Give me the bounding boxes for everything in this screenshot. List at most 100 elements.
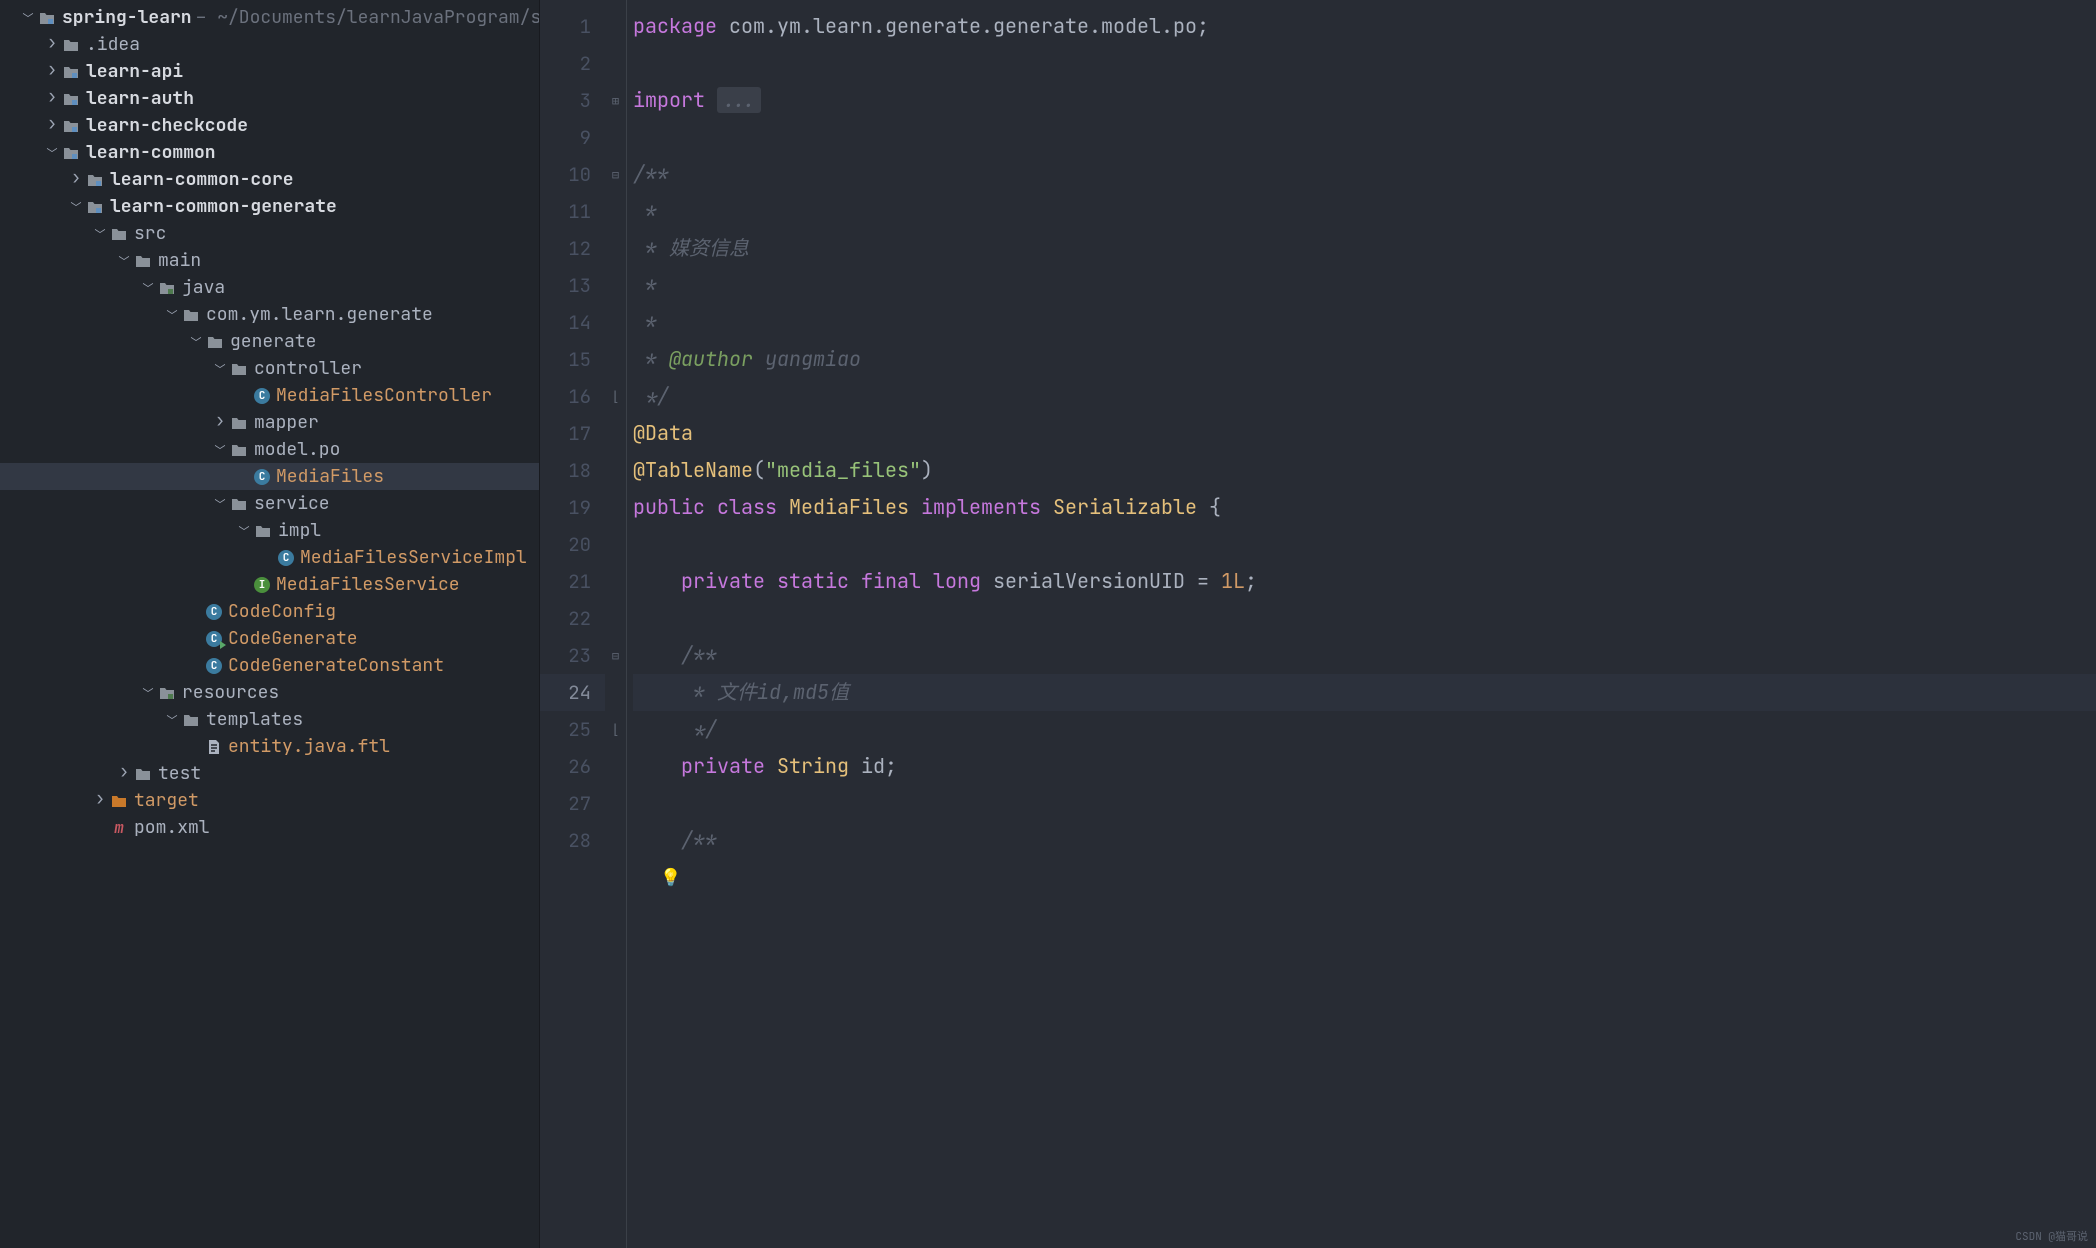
gutter-line: 26 [540,748,605,785]
tree-item-target[interactable]: ›target [0,787,539,814]
class-icon: C [278,550,294,566]
chevron-down-icon[interactable]: ﹀ [236,523,252,539]
code-line[interactable]: /** [633,822,2096,859]
tree-item-resources[interactable]: ﹀ resources [0,679,539,706]
chevron-down-icon[interactable]: ﹀ [140,280,156,296]
chevron-down-icon[interactable]: ﹀ [140,685,156,701]
code-area[interactable]: package com.ym.learn.generate.generate.m… [627,0,2096,1248]
tree-item-pom-xml[interactable]: mpom.xml [0,814,539,841]
tree-item-label: controller [254,357,362,380]
chevron-right-icon[interactable]: › [68,170,84,186]
chevron-down-icon[interactable]: ﹀ [20,10,36,26]
chevron-down-icon[interactable]: ﹀ [164,307,180,323]
code-line[interactable]: * @author yangmiao [633,341,2096,378]
code-line[interactable]: * [633,267,2096,304]
code-line[interactable]: /** [633,637,2096,674]
code-line[interactable]: */ [633,378,2096,415]
code-line[interactable]: * [633,193,2096,230]
tree-item-entity-java-ftl[interactable]: entity.java.ftl [0,733,539,760]
tree-item-label: entity.java.ftl [228,735,390,758]
project-tree-panel[interactable]: ﹀spring-learn – ~/Documents/learnJavaPro… [0,0,540,1248]
code-line[interactable] [633,526,2096,563]
chevron-down-icon[interactable]: ﹀ [212,442,228,458]
folder-icon [230,414,248,432]
code-line[interactable]: private String id; [633,748,2096,785]
tree-item-com-ym-learn-generate[interactable]: ﹀com.ym.learn.generate [0,301,539,328]
fold-column[interactable]: ⊞⊟⌊⊟⌊ [605,0,627,1248]
tree-item-mediafilesserviceimpl[interactable]: CMediaFilesServiceImpl [0,544,539,571]
code-line[interactable] [633,119,2096,156]
code-line[interactable]: import ... [633,82,2096,119]
tree-item-spring-learn[interactable]: ﹀spring-learn – ~/Documents/learnJavaPro… [0,4,539,31]
code-line[interactable]: private static final long serialVersionU… [633,563,2096,600]
chevron-right-icon[interactable]: › [44,35,60,51]
chevron-down-icon[interactable]: ﹀ [92,226,108,242]
chevron-right-icon[interactable]: › [116,764,132,780]
tree-item-label: resources [182,681,279,704]
tree-item-main[interactable]: ﹀main [0,247,539,274]
chevron-right-icon[interactable]: › [212,413,228,429]
chevron-none [92,820,108,836]
module-folder-icon [86,198,104,216]
tree-item-controller[interactable]: ﹀ controller [0,355,539,382]
chevron-down-icon[interactable]: ﹀ [68,199,84,215]
tree-item-codegenerate[interactable]: CCodeGenerate [0,625,539,652]
tree-item-mapper[interactable]: ›mapper [0,409,539,436]
chevron-down-icon[interactable]: ﹀ [116,253,132,269]
tree-item-mediafiles[interactable]: CMediaFiles [0,463,539,490]
code-line[interactable]: * 媒资信息 [633,230,2096,267]
tree-item-codegenerateconstant[interactable]: CCodeGenerateConstant [0,652,539,679]
tree-item-codeconfig[interactable]: CCodeConfig [0,598,539,625]
fold-expand-icon[interactable]: ⊞ [605,82,626,119]
tree-item-impl[interactable]: ﹀impl [0,517,539,544]
code-line[interactable]: @Data [633,415,2096,452]
tree-item-label: src [134,222,166,245]
code-line[interactable] [633,785,2096,822]
tree-item-label: pom.xml [134,816,210,839]
tree-item-generate[interactable]: ﹀generate [0,328,539,355]
gutter-line: 23 [540,637,605,674]
tree-item-label: learn-common-core [110,168,294,191]
code-line[interactable]: * 文件id,md5值 [633,674,2096,711]
tree-item-learn-common-core[interactable]: › learn-common-core [0,166,539,193]
code-line[interactable]: package com.ym.learn.generate.generate.m… [633,8,2096,45]
chevron-down-icon[interactable]: ﹀ [44,145,60,161]
tree-item-service[interactable]: ﹀service [0,490,539,517]
chevron-right-icon[interactable]: › [92,791,108,807]
chevron-down-icon[interactable]: ﹀ [212,496,228,512]
module-folder-icon [62,63,80,81]
code-line[interactable] [633,45,2096,82]
chevron-down-icon[interactable]: ﹀ [212,361,228,377]
gutter-line: 9 [540,119,605,156]
tree-item-learn-checkcode[interactable]: ›learn-checkcode [0,112,539,139]
chevron-right-icon[interactable]: › [44,62,60,78]
intention-bulb-icon[interactable]: 💡 [660,867,681,889]
tree-item-mediafilescontroller[interactable]: CMediaFilesController [0,382,539,409]
tree-item-mediafilesservice[interactable]: IMediaFilesService [0,571,539,598]
code-line[interactable]: @TableName("media_files") [633,452,2096,489]
fold-collapse-icon[interactable]: ⊟ [605,156,626,193]
chevron-down-icon[interactable]: ﹀ [188,334,204,350]
tree-item-learn-auth[interactable]: ›learn-auth [0,85,539,112]
code-line[interactable]: public class MediaFiles implements Seria… [633,489,2096,526]
fold-collapse-icon[interactable]: ⊟ [605,637,626,674]
code-line[interactable]: * [633,304,2096,341]
tree-item--idea[interactable]: ›.idea [0,31,539,58]
code-editor[interactable]: 1239101112131415161718192021222324252627… [540,0,2096,1248]
chevron-down-icon[interactable]: ﹀ [164,712,180,728]
code-line[interactable] [633,600,2096,637]
chevron-right-icon[interactable]: › [44,116,60,132]
tree-item-learn-common-generate[interactable]: ﹀learn-common-generate [0,193,539,220]
chevron-right-icon[interactable]: › [44,89,60,105]
code-line[interactable]: */ [633,711,2096,748]
tree-item-templates[interactable]: ﹀templates [0,706,539,733]
tree-item-model-po[interactable]: ﹀model.po [0,436,539,463]
code-line[interactable]: /** [633,156,2096,193]
tree-item-label: spring-learn [62,6,192,29]
tree-item-src[interactable]: ﹀ src [0,220,539,247]
interface-icon: I [254,577,270,593]
tree-item-test[interactable]: ›test [0,760,539,787]
tree-item-learn-api[interactable]: ›learn-api [0,58,539,85]
tree-item-java[interactable]: ﹀java [0,274,539,301]
tree-item-learn-common[interactable]: ﹀learn-common [0,139,539,166]
